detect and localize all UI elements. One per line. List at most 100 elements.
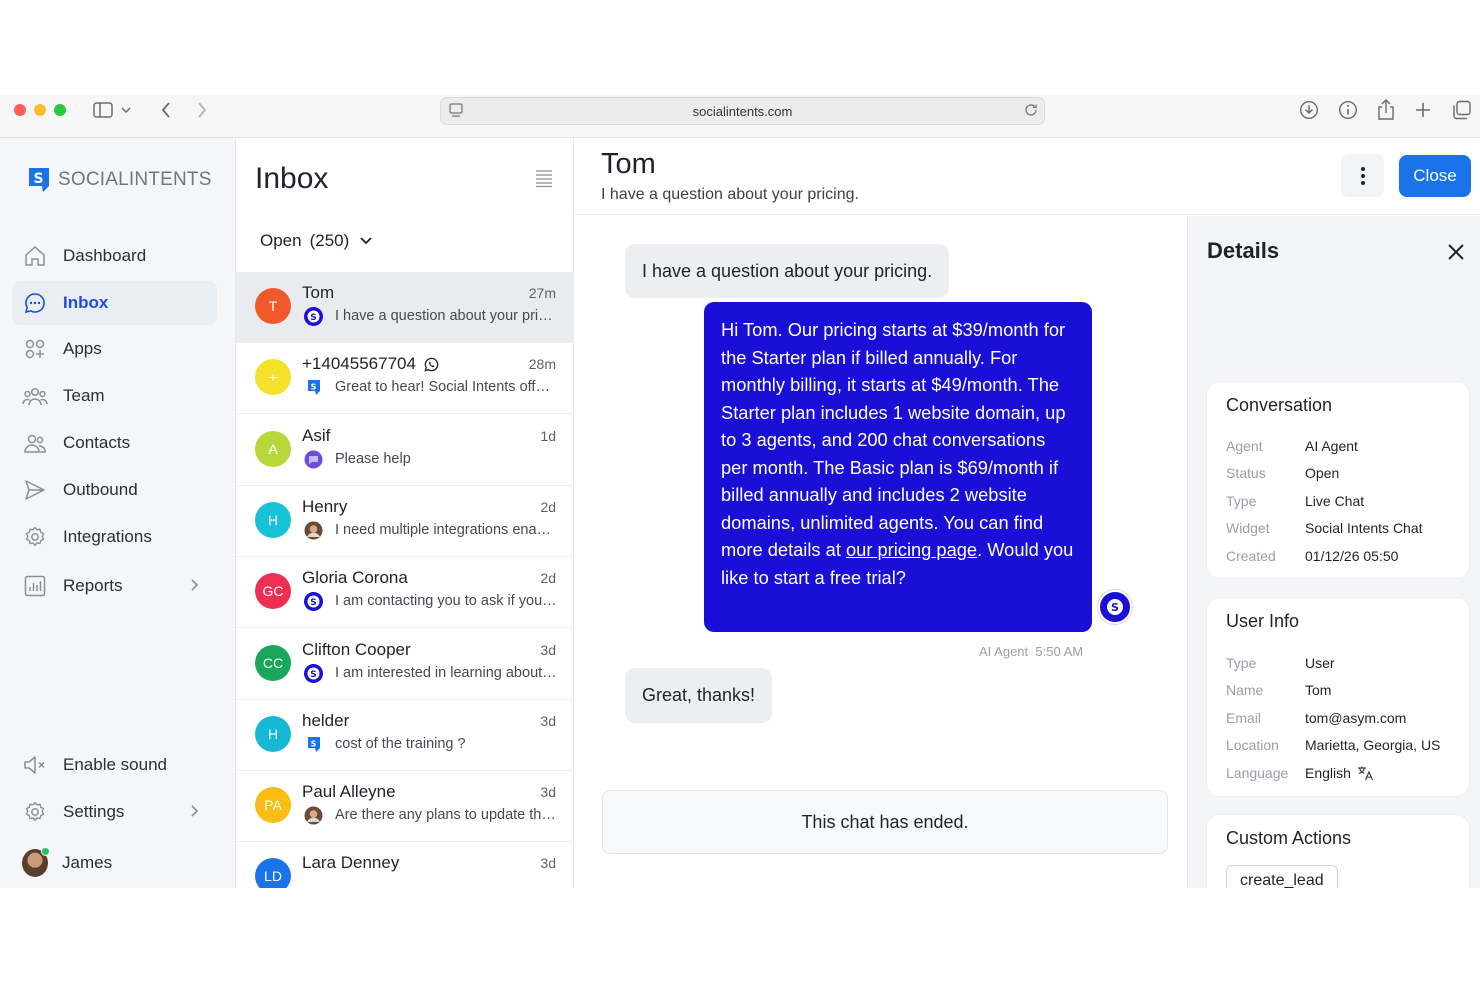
sidebar-item-contacts[interactable]: Contacts: [12, 421, 217, 465]
contact-name-text: +14045567704: [302, 354, 416, 374]
conversation-time: 3d: [540, 712, 556, 729]
message-text: Great, thanks!: [642, 685, 756, 705]
detail-value-text: User: [1305, 655, 1335, 671]
conversation-row[interactable]: LD Lara Denney 3d: [236, 842, 574, 888]
sidebar-item-label: Reports: [63, 576, 123, 595]
conversation-row[interactable]: A Asif 1d Please help: [236, 415, 574, 486]
detail-key: Status: [1226, 465, 1266, 482]
svg-text:S: S: [310, 739, 316, 748]
visitor-message: Great, thanks!: [625, 668, 773, 723]
translate-icon[interactable]: [1357, 765, 1374, 781]
chevron-down-icon[interactable]: [119, 98, 133, 122]
conversation-row[interactable]: + +14045567704 28m S Great to hear! Social I…: [236, 343, 574, 415]
contact-avatar: +: [255, 359, 291, 396]
close-icon[interactable]: [1444, 240, 1468, 264]
sidebar-toggle-icon[interactable]: [91, 98, 115, 122]
sidebar-item-label: Inbox: [63, 293, 109, 312]
share-icon[interactable]: [1374, 98, 1398, 122]
detail-value-text: Live Chat: [1305, 492, 1365, 509]
minimize-window-button[interactable]: [34, 104, 46, 116]
sidebar-item-inbox[interactable]: Inbox: [12, 281, 217, 325]
detail-row: Location Marietta, Georgia, US: [1226, 737, 1440, 753]
more-options-button[interactable]: [1341, 154, 1384, 197]
contact-name-text: Paul Alleyne: [302, 782, 396, 802]
contact-avatar: H: [255, 501, 291, 538]
detail-value-text: tom@asym.com: [1305, 709, 1407, 726]
detail-row: Email tom@asym.com: [1226, 710, 1406, 726]
contact-name: Asif: [302, 426, 330, 446]
brand-logo[interactable]: S SOCIALINTENTS: [26, 166, 212, 194]
sidebar-item-apps[interactable]: Apps: [12, 327, 217, 371]
svg-text:S: S: [310, 313, 316, 323]
online-status-dot: [41, 847, 50, 856]
channel-chat-icon: S: [304, 663, 323, 683]
detail-value-text: Social Intents Chat: [1305, 520, 1423, 537]
message-preview: I need multiple integrations enabled.: [335, 521, 557, 538]
logo-icon: S: [1107, 599, 1123, 615]
detail-value-text: AI Agent: [1305, 438, 1358, 454]
list-menu-icon[interactable]: [534, 168, 554, 188]
close-chat-button[interactable]: Close: [1399, 155, 1471, 197]
detail-value-text: 01/12/26 05:50: [1305, 547, 1399, 564]
sidebar-item-integrations[interactable]: Integrations: [12, 515, 217, 559]
conversation-time: 3d: [540, 641, 556, 658]
new-tab-icon[interactable]: [1411, 98, 1435, 122]
sidebar-item-settings[interactable]: Settings: [12, 790, 217, 834]
conversation-row[interactable]: T Tom 27m S I have a question about your pri…: [236, 272, 574, 343]
message-preview: cost of the training ?: [335, 735, 466, 752]
forward-icon[interactable]: [190, 98, 214, 122]
sidebar-item-reports[interactable]: Reports: [12, 564, 217, 608]
user-profile-button[interactable]: James: [12, 841, 217, 885]
chat-icon: [22, 290, 48, 316]
chevron-right-icon: [191, 579, 199, 591]
channel-chat-icon: S: [304, 307, 323, 326]
avatar-wrap: [22, 847, 50, 877]
channel-chat-icon: S: [304, 735, 323, 754]
conversation-card: Conversation Agent AI Agent Status Open Type L…: [1206, 381, 1470, 579]
apps-icon: [22, 336, 48, 362]
url-text: socialintents.com: [692, 103, 793, 119]
enable-sound-button[interactable]: Enable sound: [12, 743, 217, 787]
info-icon[interactable]: [1336, 98, 1360, 122]
back-icon[interactable]: [154, 98, 178, 122]
detail-value-text: Marietta, Georgia, US: [1305, 737, 1441, 754]
zoom-window-button[interactable]: [54, 104, 66, 116]
detail-value: Marietta, Georgia, US: [1305, 737, 1440, 753]
contact-avatar: LD: [255, 858, 291, 888]
conversation-time: 27m: [528, 285, 556, 301]
conversation-row[interactable]: Hhelder 3d Scost of the training ?: [236, 700, 574, 771]
visitor-message: I have a question about your pricing.: [625, 244, 950, 298]
pricing-page-link[interactable]: our pricing page: [846, 539, 977, 560]
detail-row: Status Open: [1226, 465, 1339, 481]
brand-name: SOCIALINTENTS: [58, 169, 212, 190]
sidebar-item-dashboard[interactable]: Dashboard: [12, 234, 217, 278]
conversation-row[interactable]: H Henry 2d I need multiple integrations ena…: [236, 486, 574, 557]
create-lead-button[interactable]: create_lead: [1226, 865, 1338, 888]
message-sender: AI Agent: [979, 644, 1029, 659]
detail-key: Type: [1226, 655, 1257, 671]
detail-key: Created: [1226, 547, 1276, 564]
sidebar-item-team[interactable]: Team: [12, 374, 217, 418]
reload-icon[interactable]: [1024, 103, 1038, 120]
svg-text:S: S: [1111, 601, 1119, 614]
sidebar-item-label: Settings: [63, 802, 125, 821]
inbox-panel: Inbox Open (250) T Tom 27m S I have a questi…: [236, 138, 574, 888]
contact-name-text: Tom: [302, 283, 335, 302]
tabs-overview-icon[interactable]: [1450, 98, 1474, 122]
download-icon[interactable]: [1297, 98, 1321, 122]
conversation-row[interactable]: CC Clifton Cooper 3d S I am interested in le…: [236, 629, 574, 700]
contact-name: Gloria Corona: [302, 568, 408, 588]
detail-key: Name: [1226, 682, 1264, 699]
settings-gear-icon: [22, 799, 48, 825]
contact-avatar: T: [255, 288, 291, 324]
status-filter-dropdown[interactable]: Open (250): [260, 231, 373, 251]
conversation-row[interactable]: GC Gloria Corona 2d S I am contacting you to…: [236, 557, 574, 629]
close-window-button[interactable]: [14, 104, 26, 116]
contact-avatar: PA: [255, 787, 291, 824]
address-bar[interactable]: socialintents.com: [440, 97, 1045, 125]
user-info-card: User Info Type User Name Tom Email tom@asym.co…: [1206, 597, 1470, 797]
detail-row: Agent AI Agent: [1226, 438, 1358, 454]
conversation-row[interactable]: PA Paul Alleyne 3d Are there any plans to u…: [236, 771, 574, 843]
sidebar-item-outbound[interactable]: Outbound: [12, 468, 217, 512]
sidebar-item-label: Team: [63, 386, 105, 405]
